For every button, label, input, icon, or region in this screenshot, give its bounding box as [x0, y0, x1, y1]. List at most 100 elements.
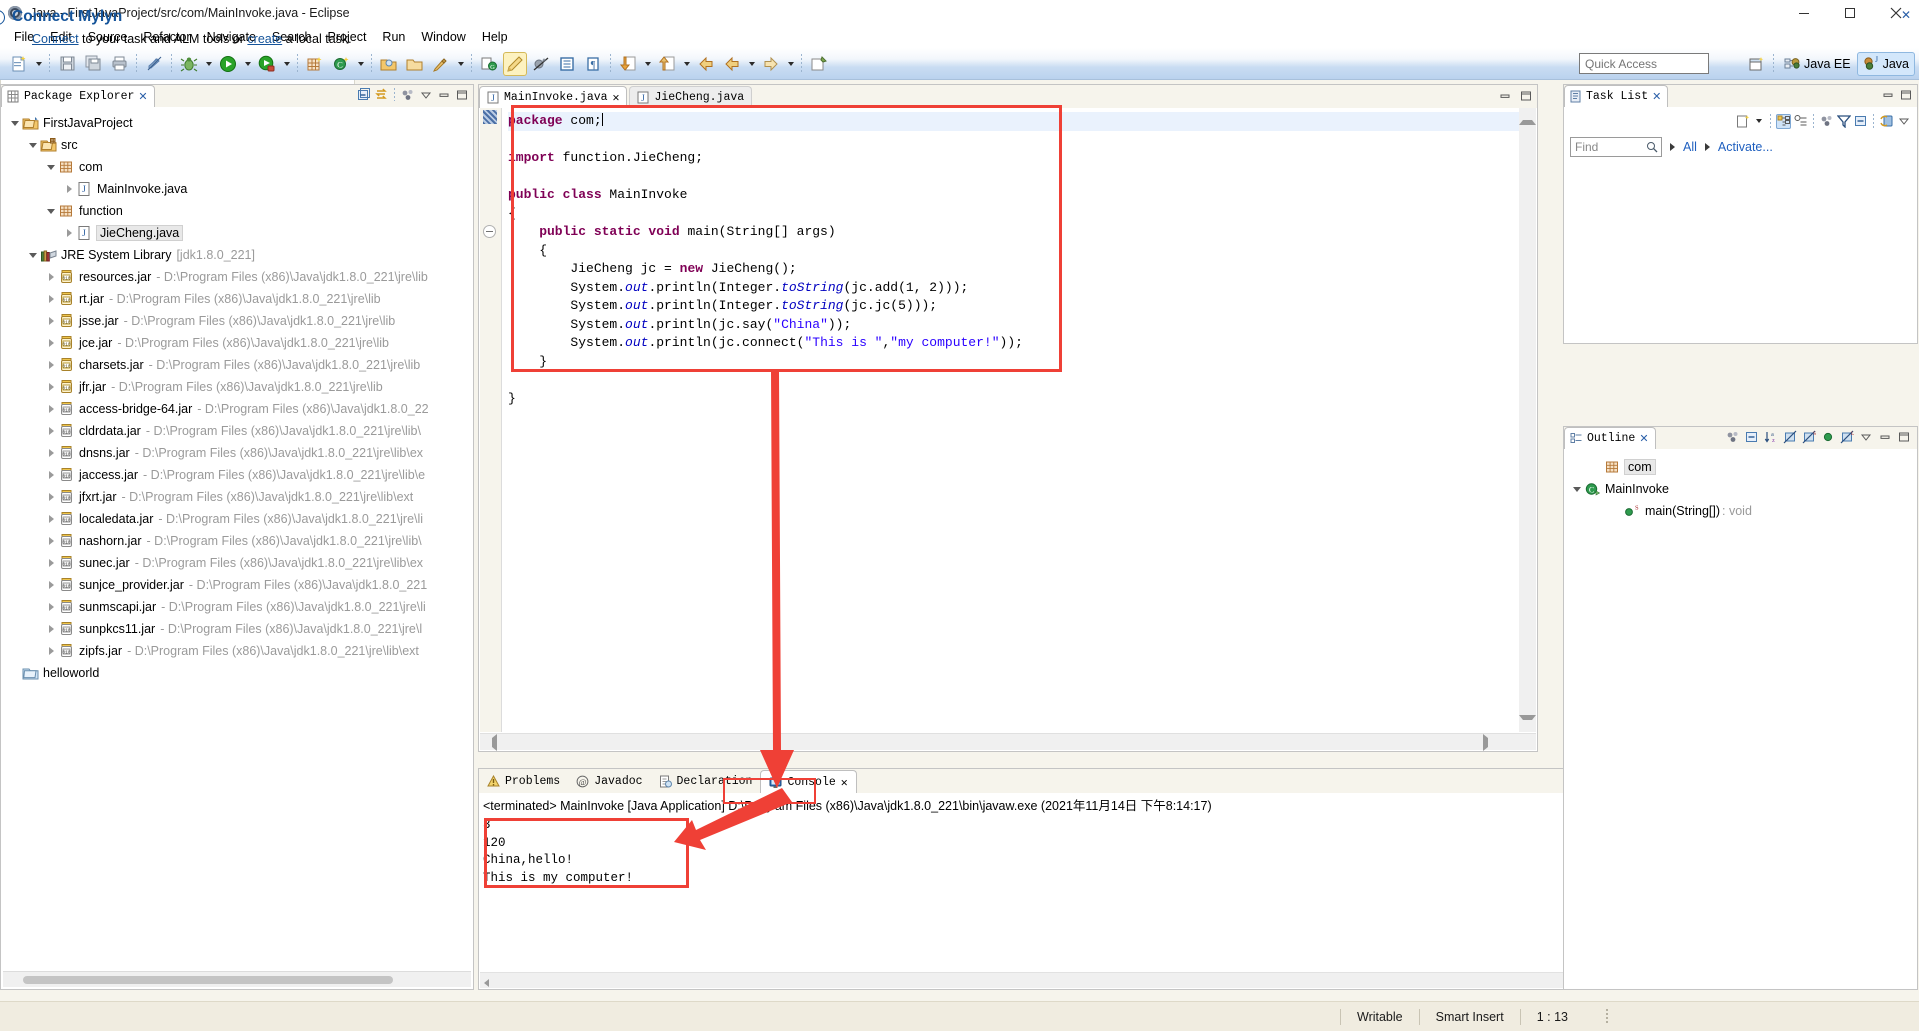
new-java-package-icon[interactable]: [303, 52, 327, 76]
search-dropdown-arrow[interactable]: [454, 52, 467, 76]
minimize-icon[interactable]: [1877, 429, 1892, 444]
previous-annotation-arrow[interactable]: [680, 52, 693, 76]
collapse-arrow-icon[interactable]: [44, 534, 58, 548]
tab-declaration[interactable]: Declaration: [651, 770, 761, 793]
maximize-icon[interactable]: [1518, 88, 1533, 103]
collapse-arrow-icon[interactable]: [44, 512, 58, 526]
collapse-arrow-icon[interactable]: [44, 380, 58, 394]
tree-row[interactable]: 010 zipfs.jar - D:\Program Files (x86)\Jav…: [2, 640, 472, 662]
tree-row[interactable]: 010 jfr.jar - D:\Program Files (x86)\Java\…: [2, 376, 472, 398]
block-selection-icon[interactable]: ¶: [581, 52, 605, 76]
expand-arrow-icon[interactable]: [8, 116, 22, 130]
outline-tree[interactable]: com C MainInvoke Smain(String[]) : void: [1564, 453, 1917, 989]
expand-arrow-icon[interactable]: [44, 204, 58, 218]
tree-row[interactable]: 010 localedata.jar - D:\Program Files (x86…: [2, 508, 472, 530]
close-icon[interactable]: ✕: [1901, 8, 1911, 22]
new-task-icon[interactable]: [1736, 114, 1751, 129]
run-coverage-icon[interactable]: [255, 52, 279, 76]
collapse-arrow-icon[interactable]: [62, 226, 76, 240]
new-dropdown-arrow[interactable]: [32, 52, 45, 76]
minimize-icon[interactable]: [1880, 87, 1895, 102]
coverage-dropdown-arrow[interactable]: [280, 52, 293, 76]
toggle-mark-occurrences-icon[interactable]: [142, 52, 166, 76]
mylyn-connect-link[interactable]: Connect: [32, 32, 79, 46]
maximize-icon[interactable]: [1827, 0, 1873, 26]
pin-editor-icon[interactable]: [807, 52, 831, 76]
package-explorer-hscrollbar[interactable]: [3, 971, 471, 987]
new-wizard-icon[interactable]: [7, 52, 31, 76]
collapse-arrow-icon[interactable]: [44, 622, 58, 636]
collapse-arrow-icon[interactable]: [44, 314, 58, 328]
search-icon[interactable]: [1646, 141, 1658, 153]
open-task-icon[interactable]: [403, 52, 427, 76]
open-type-icon[interactable]: [377, 52, 401, 76]
focus-on-workweek-icon[interactable]: [1819, 114, 1834, 129]
perspective-java-ee[interactable]: Java EE: [1778, 52, 1857, 76]
new-class-dropdown-arrow[interactable]: [354, 52, 367, 76]
task-list-activate[interactable]: Activate...: [1718, 140, 1773, 154]
run-dropdown-arrow[interactable]: [241, 52, 254, 76]
outline-row[interactable]: com: [1564, 456, 1917, 478]
tab-task-list[interactable]: Task List ✕: [1564, 85, 1669, 107]
tree-row[interactable]: 010 jaccess.jar - D:\Program Files (x86)\J…: [2, 464, 472, 486]
search-icon[interactable]: [429, 52, 453, 76]
hide-static-icon[interactable]: S: [1801, 429, 1816, 444]
outline-row[interactable]: Smain(String[]) : void: [1564, 500, 1917, 522]
debug-icon[interactable]: [177, 52, 201, 76]
task-list-filter-all[interactable]: All: [1683, 140, 1697, 154]
minimize-icon[interactable]: [1497, 88, 1512, 103]
view-menu-icon[interactable]: [1858, 429, 1873, 444]
tree-row[interactable]: 010 charsets.jar - D:\Program Files (x86)\…: [2, 354, 472, 376]
tab-outline[interactable]: Outline ✕: [1564, 427, 1656, 449]
tree-row[interactable]: FirstJavaProject: [2, 112, 472, 134]
tab-console[interactable]: Console ✕: [760, 770, 857, 793]
status-drag-handle[interactable]: [1601, 1008, 1612, 1025]
tree-row[interactable]: 010 sunmscapi.jar - D:\Program Files (x86)…: [2, 596, 472, 618]
close-icon[interactable]: ✕: [613, 90, 620, 105]
tree-row[interactable]: 010 jfxrt.jar - D:\Program Files (x86)\Jav…: [2, 486, 472, 508]
collapse-all-icon[interactable]: [356, 87, 371, 102]
tree-row[interactable]: 010 dnsns.jar - D:\Program Files (x86)\Jav…: [2, 442, 472, 464]
package-explorer-tree[interactable]: FirstJavaProject src com J MainInvoke.java fu…: [2, 108, 472, 684]
tree-row[interactable]: 010 rt.jar - D:\Program Files (x86)\Java\j…: [2, 288, 472, 310]
outline-row[interactable]: C MainInvoke: [1564, 478, 1917, 500]
collapse-all-icon[interactable]: [1853, 114, 1868, 129]
tree-row[interactable]: com: [2, 156, 472, 178]
collapse-arrow-icon[interactable]: [44, 336, 58, 350]
collapse-arrow-icon[interactable]: [44, 490, 58, 504]
tree-row[interactable]: 010 nashorn.jar - D:\Program Files (x86)\J…: [2, 530, 472, 552]
maximize-icon[interactable]: [1896, 429, 1911, 444]
tree-row[interactable]: 010 resources.jar - D:\Program Files (x86)…: [2, 266, 472, 288]
maximize-icon[interactable]: [454, 87, 469, 102]
tab-jiecheng-java[interactable]: J JieCheng.java: [629, 86, 753, 108]
close-icon[interactable]: ✕: [1639, 432, 1648, 445]
scroll-left-arrow[interactable]: [480, 734, 497, 751]
editor-code-area[interactable]: package com; import function.JieCheng; p…: [503, 108, 1519, 732]
expand-arrow-icon[interactable]: [44, 160, 58, 174]
back-icon-2[interactable]: [720, 52, 744, 76]
view-menu-chevron-icon[interactable]: [418, 87, 433, 102]
previous-annotation-icon[interactable]: [655, 52, 679, 76]
scroll-up-arrow[interactable]: [1519, 108, 1536, 125]
collapse-arrow-icon[interactable]: [44, 402, 58, 416]
collapse-arrow-icon[interactable]: [62, 182, 76, 196]
link-with-editor-icon[interactable]: [374, 87, 389, 102]
scroll-right-arrow[interactable]: [1483, 734, 1518, 751]
view-menu-icon[interactable]: [1896, 114, 1911, 129]
collapse-arrow-icon[interactable]: [44, 292, 58, 306]
tree-row[interactable]: J JieCheng.java: [2, 222, 472, 244]
minimize-icon[interactable]: [1781, 0, 1827, 26]
collapse-arrow-icon[interactable]: [44, 644, 58, 658]
hide-non-public-icon[interactable]: [1820, 429, 1835, 444]
tree-row[interactable]: 010 sunjce_provider.jar - D:\Program Files…: [2, 574, 472, 596]
hide-fields-icon[interactable]: [1782, 429, 1797, 444]
close-icon[interactable]: ✕: [841, 775, 848, 790]
skip-all-breakpoints-icon[interactable]: [529, 52, 553, 76]
collapse-arrow-icon[interactable]: [44, 424, 58, 438]
tab-maininvoke-java[interactable]: J MainInvoke.java ✕: [479, 86, 628, 108]
collapse-arrow-icon[interactable]: [44, 578, 58, 592]
scroll-down-arrow[interactable]: [1519, 715, 1536, 732]
mylyn-create-link[interactable]: create: [247, 32, 282, 46]
new-java-class-icon[interactable]: C: [329, 52, 353, 76]
scrollbar-thumb[interactable]: [23, 976, 393, 984]
